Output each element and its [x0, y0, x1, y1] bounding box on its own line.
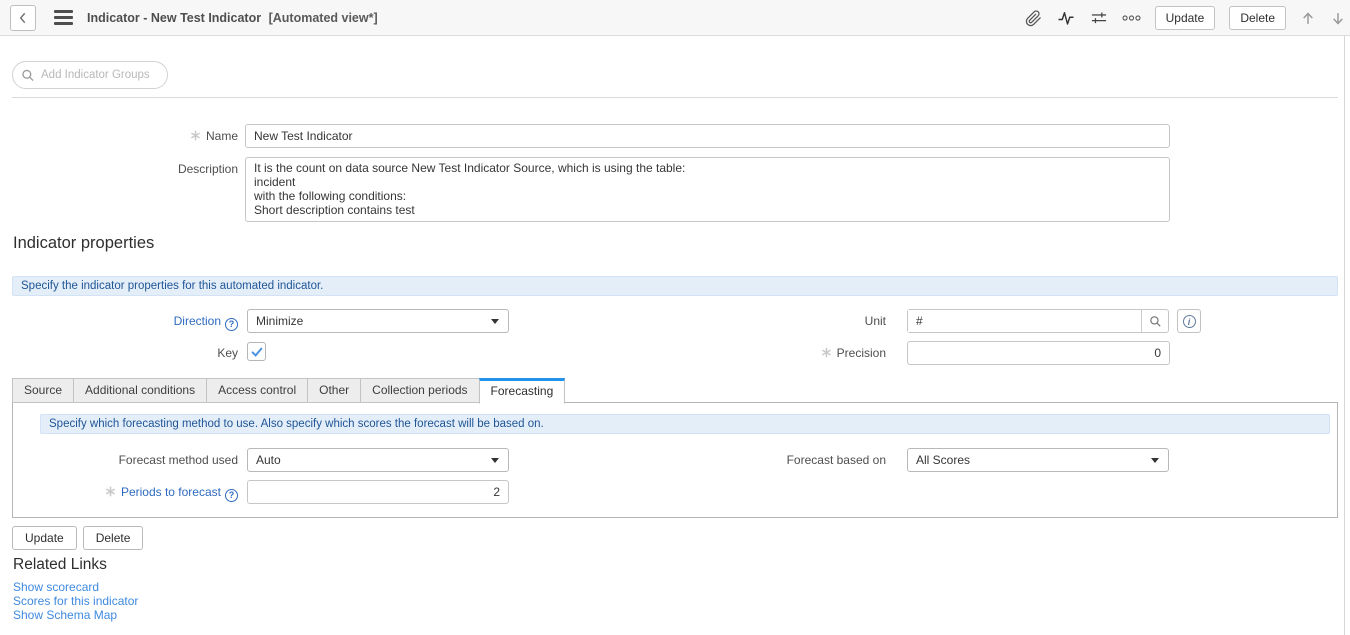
- tab-source[interactable]: Source: [12, 378, 74, 403]
- next-record-button[interactable]: [1330, 10, 1346, 27]
- link-show-schema-map[interactable]: Show Schema Map: [13, 608, 117, 622]
- forecasting-hint: Specify which forecasting method to use.…: [40, 414, 1330, 434]
- header-update-button[interactable]: Update: [1155, 6, 1216, 30]
- direction-select[interactable]: Minimize: [247, 309, 509, 333]
- unit-label: Unit: [600, 309, 886, 333]
- properties-hint: Specify the indicator properties for thi…: [12, 276, 1338, 296]
- name-label: Name: [12, 124, 238, 148]
- arrow-up-icon: [1300, 10, 1316, 27]
- personalize-form-button[interactable]: [1090, 10, 1108, 27]
- forecast-method-select[interactable]: Auto: [247, 448, 509, 472]
- record-title: Indicator - New Test Indicator: [87, 11, 261, 25]
- key-checkbox[interactable]: [247, 342, 266, 361]
- unit-field-group: [907, 309, 1169, 333]
- required-icon: [105, 486, 116, 497]
- unit-input[interactable]: [908, 310, 1141, 332]
- tab-other[interactable]: Other: [307, 378, 361, 403]
- tab-access-control[interactable]: Access control: [206, 378, 308, 403]
- dropdown-caret-icon: [1151, 458, 1159, 463]
- attachment-button[interactable]: [1025, 10, 1042, 27]
- add-indicator-groups-field[interactable]: [12, 61, 168, 89]
- live-feed-button[interactable]: [1056, 9, 1076, 27]
- dropdown-caret-icon: [491, 319, 499, 324]
- forecast-based-on-label: Forecast based on: [600, 448, 886, 472]
- related-links-title: Related Links: [13, 556, 107, 574]
- sliders-icon: [1090, 10, 1108, 27]
- header-delete-button[interactable]: Delete: [1229, 6, 1286, 30]
- search-icon: [21, 68, 35, 83]
- link-show-scorecard[interactable]: Show scorecard: [13, 580, 99, 594]
- indicator-properties-title: Indicator properties: [13, 234, 154, 253]
- precision-label: Precision: [600, 341, 886, 365]
- periods-help-icon[interactable]: ?: [225, 489, 238, 502]
- more-options-icon: [1122, 12, 1141, 24]
- required-icon: [190, 130, 201, 141]
- indicator-form-page: Indicator - New Test Indicator [Automate…: [0, 0, 1350, 635]
- tab-collection-periods[interactable]: Collection periods: [360, 378, 479, 403]
- dropdown-caret-icon: [491, 458, 499, 463]
- name-input[interactable]: [245, 124, 1170, 148]
- direction-label: Direction?: [12, 309, 238, 333]
- info-icon: i: [1183, 315, 1196, 328]
- periods-to-forecast-label: Periods to forecast?: [12, 480, 238, 504]
- paperclip-icon: [1025, 10, 1042, 27]
- activity-icon: [1056, 9, 1076, 27]
- content-right-border: [1344, 36, 1345, 635]
- description-textarea[interactable]: It is the count on data source New Test …: [245, 157, 1170, 222]
- previous-record-button[interactable]: [1300, 10, 1316, 27]
- precision-input[interactable]: [907, 341, 1170, 365]
- footer-delete-button[interactable]: Delete: [83, 526, 144, 550]
- forecast-method-label: Forecast method used: [12, 448, 238, 472]
- context-menu-icon[interactable]: [54, 10, 73, 25]
- view-label: [Automated view*]: [269, 11, 378, 25]
- page-title: Indicator - New Test Indicator [Automate…: [87, 11, 378, 25]
- form-footer-buttons: Update Delete: [12, 526, 143, 550]
- tab-forecasting[interactable]: Forecasting: [479, 378, 566, 404]
- add-indicator-groups-input[interactable]: [41, 69, 159, 81]
- periods-to-forecast-input[interactable]: [247, 480, 509, 504]
- arrow-down-icon: [1330, 10, 1346, 27]
- checkmark-icon: [250, 345, 264, 359]
- search-icon: [1149, 315, 1162, 328]
- tab-additional-conditions[interactable]: Additional conditions: [73, 378, 207, 403]
- link-scores-for-indicator[interactable]: Scores for this indicator: [13, 594, 138, 608]
- more-options-button[interactable]: [1122, 12, 1141, 24]
- chevron-left-icon: [16, 11, 30, 25]
- header-toolbar: Update Delete: [1025, 0, 1346, 36]
- unit-preview-button[interactable]: i: [1177, 309, 1201, 333]
- key-label: Key: [12, 341, 238, 365]
- forecast-based-on-select[interactable]: All Scores: [907, 448, 1169, 472]
- footer-update-button[interactable]: Update: [12, 526, 77, 550]
- indicator-groups-bar: [12, 61, 168, 89]
- form-tabs: Source Additional conditions Access cont…: [12, 378, 565, 404]
- form-header-bar: Indicator - New Test Indicator [Automate…: [0, 0, 1350, 36]
- description-label: Description: [12, 157, 238, 181]
- direction-help-icon[interactable]: ?: [225, 318, 238, 331]
- section-divider: [12, 97, 1338, 98]
- back-button[interactable]: [10, 5, 36, 31]
- required-icon: [821, 347, 832, 358]
- unit-reference-lookup-button[interactable]: [1141, 310, 1168, 332]
